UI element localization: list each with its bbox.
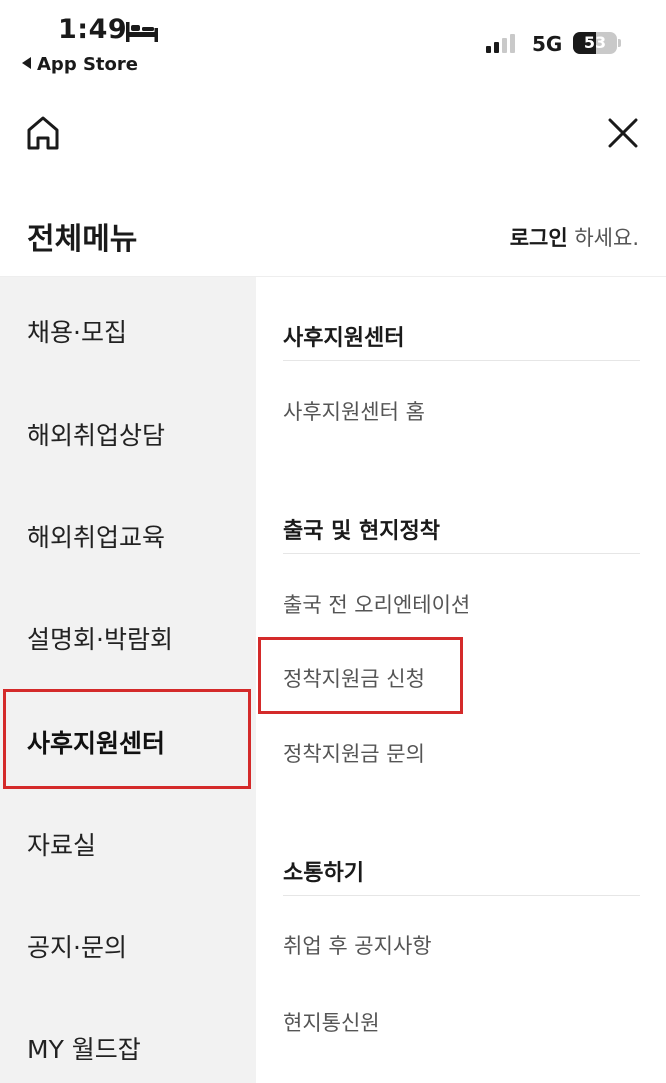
battery-nub (618, 39, 621, 47)
page-title: 전체메뉴 (27, 222, 138, 257)
submenu-item-post-employment-notice[interactable]: 취업 후 공지사항 (283, 930, 432, 960)
login-link[interactable]: 로그인 (510, 226, 568, 250)
section-title-post-support: 사후지원센터 (283, 326, 405, 351)
status-time: 1:49 (58, 14, 128, 45)
submenu-item-post-support-home[interactable]: 사후지원센터 홈 (283, 396, 425, 426)
battery-icon: 53 (573, 32, 621, 54)
section-title-communication: 소통하기 (283, 861, 364, 886)
network-label: 5G (532, 32, 563, 56)
category-item-notice[interactable]: 공지·문의 (27, 928, 127, 964)
battery-body: 53 (573, 32, 617, 54)
login-prompt: 로그인 하세요. (510, 222, 639, 252)
signal-icon (486, 34, 515, 53)
login-suffix: 하세요. (567, 226, 639, 250)
category-item-resources[interactable]: 자료실 (27, 826, 96, 862)
back-to-app-store[interactable]: App Store (22, 54, 138, 75)
home-icon[interactable] (24, 114, 62, 152)
category-item-overseas-education[interactable]: 해외취업교육 (27, 518, 165, 554)
bed-icon (126, 22, 158, 42)
category-item-overseas-consulting[interactable]: 해외취업상담 (27, 416, 165, 452)
category-item-recruitment[interactable]: 채용·모집 (27, 313, 127, 349)
battery-percent: 53 (583, 33, 607, 52)
category-item-my-worldjob[interactable]: MY 월드잡 (27, 1030, 141, 1066)
close-icon[interactable] (604, 114, 642, 152)
section-divider (283, 553, 640, 554)
section-divider (283, 895, 640, 896)
submenu-item-settlement-inquiry[interactable]: 정착지원금 문의 (283, 738, 425, 768)
section-title-departure: 출국 및 현지정착 (283, 519, 440, 544)
submenu-item-correspondent[interactable]: 현지통신원 (283, 1007, 380, 1037)
back-app-label: App Store (37, 54, 138, 75)
category-item-post-support[interactable]: 사후지원센터 (27, 724, 165, 760)
section-divider (283, 360, 640, 361)
back-arrow-icon (22, 57, 31, 69)
status-bar: 1:49 App Store 5G 53 (0, 0, 666, 82)
submenu-item-orientation[interactable]: 출국 전 오리엔테이션 (283, 589, 470, 619)
category-item-fairs[interactable]: 설명회·박람회 (27, 620, 173, 656)
submenu-item-settlement-apply[interactable]: 정착지원금 신청 (283, 663, 425, 693)
